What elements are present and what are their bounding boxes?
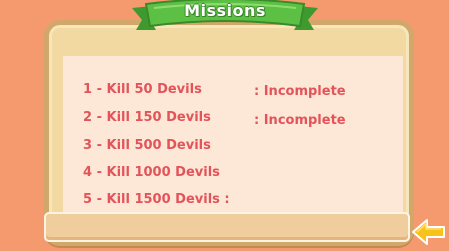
back-arrow-icon[interactable] <box>411 217 447 247</box>
mission-2-label: 2 - Kill 150 Devils <box>83 110 211 125</box>
missions-panel <box>63 56 403 214</box>
mission-4-label: 4 - Kill 1000 Devils <box>83 165 220 180</box>
page-title: Missions <box>184 1 266 20</box>
mission-1-status: : Incomplete <box>254 84 346 99</box>
mission-3-label: 3 - Kill 500 Devils <box>83 138 211 153</box>
mission-2-status: : Incomplete <box>254 113 346 128</box>
footer-bar <box>44 212 410 242</box>
mission-1-label: 1 - Kill 50 Devils <box>83 82 202 97</box>
mission-5-label: 5 - Kill 1500 Devils : <box>83 192 230 207</box>
